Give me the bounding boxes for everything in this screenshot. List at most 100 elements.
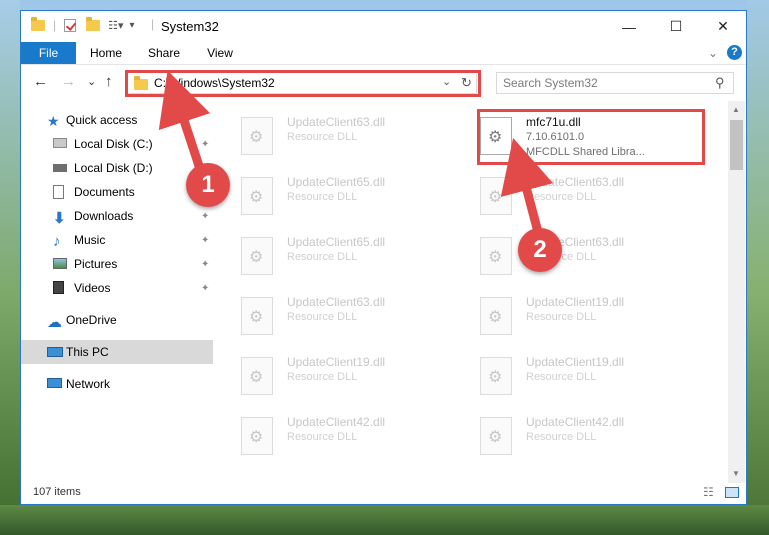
- dll-file-icon: [480, 237, 512, 275]
- toolbar-separator: |: [53, 18, 57, 32]
- file-name: UpdateClient65.dll: [287, 175, 386, 189]
- file-description: Resource DLL: [287, 191, 358, 203]
- ribbon-tabs: File Home Share View ⌄ ?: [21, 42, 746, 65]
- file-item[interactable]: UpdateClient63.dll Resource DLL: [460, 171, 680, 219]
- sidebar-item-quick-access[interactable]: ★ Quick access: [21, 108, 213, 132]
- search-icon[interactable]: ⚲: [715, 75, 725, 91]
- tab-file[interactable]: File: [21, 42, 76, 64]
- sidebar-item-label: This PC: [66, 345, 109, 359]
- large-icons-view-icon[interactable]: [725, 487, 739, 498]
- sidebar-item-documents[interactable]: Documents ✦: [21, 180, 213, 204]
- document-icon: [53, 185, 64, 199]
- search-box[interactable]: Search System32 ⚲: [496, 72, 734, 94]
- status-bar: 107 items ☷: [21, 483, 746, 504]
- new-folder-icon[interactable]: [86, 16, 101, 31]
- toolbar-dropdown-icon[interactable]: ▾: [130, 20, 135, 31]
- sidebar-item-videos[interactable]: Videos ✦: [21, 276, 213, 300]
- file-name: UpdateClient63.dll: [287, 115, 386, 129]
- file-description: Resource DLL: [287, 131, 358, 143]
- download-icon: ⬇: [53, 210, 66, 227]
- file-item[interactable]: UpdateClient63.dll Resource DLL: [460, 231, 680, 279]
- file-name: UpdateClient19.dll: [287, 355, 386, 369]
- file-item[interactable]: UpdateClient42.dll Resource DLL: [460, 411, 680, 459]
- file-name: UpdateClient65.dll: [287, 235, 386, 249]
- file-name: UpdateClient42.dll: [526, 415, 625, 429]
- pictures-icon: [53, 258, 67, 269]
- dll-file-icon: [480, 177, 512, 215]
- search-input[interactable]: Search System32: [503, 76, 598, 90]
- music-icon: ♪: [53, 233, 61, 250]
- quick-access-toolbar: | ☷▾ ▾: [31, 16, 135, 32]
- sidebar-item-music[interactable]: ♪ Music ✦: [21, 228, 213, 252]
- up-button[interactable]: ↑: [105, 73, 113, 90]
- sidebar-item-downloads[interactable]: ⬇ Downloads ✦: [21, 204, 213, 228]
- help-icon[interactable]: ?: [727, 45, 742, 60]
- tab-share[interactable]: Share: [139, 42, 189, 64]
- cloud-icon: ☁: [47, 314, 62, 331]
- back-button[interactable]: ←: [33, 73, 48, 90]
- scrollbar-thumb[interactable]: [730, 120, 743, 170]
- sidebar-item-label: Music: [74, 233, 106, 247]
- desktop-background-bottom: [0, 505, 769, 535]
- sidebar-item-local-disk-c[interactable]: Local Disk (C:) ✦: [21, 132, 213, 156]
- pin-icon[interactable]: ✦: [201, 259, 209, 270]
- file-name: UpdateClient19.dll: [526, 295, 625, 309]
- video-icon: [53, 281, 64, 294]
- file-item[interactable]: UpdateClient19.dll Resource DLL: [221, 351, 441, 399]
- tab-view[interactable]: View: [195, 42, 245, 64]
- sidebar-item-local-disk-d[interactable]: Local Disk (D:): [21, 156, 213, 180]
- sidebar-item-label: Pictures: [74, 257, 118, 271]
- sidebar-item-label: Network: [66, 377, 111, 391]
- sidebar-item-label: OneDrive: [66, 313, 117, 327]
- file-name: UpdateClient19.dll: [526, 355, 625, 369]
- dll-file-icon: [241, 117, 273, 155]
- navigation-bar: ← → ⌄ ↑ C:\Windows\System32 ⌄ ↻ Search S…: [21, 67, 746, 97]
- pin-icon[interactable]: ✦: [201, 211, 209, 222]
- expand-ribbon-icon[interactable]: ⌄: [705, 42, 721, 64]
- folder-icon[interactable]: [31, 16, 45, 31]
- file-description: Resource DLL: [526, 311, 597, 323]
- pin-icon[interactable]: ✦: [201, 235, 209, 246]
- file-item[interactable]: UpdateClient19.dll Resource DLL: [460, 351, 680, 399]
- file-name: UpdateClient63.dll: [526, 175, 625, 189]
- details-view-icon[interactable]: ☷: [703, 485, 714, 499]
- file-description: Resource DLL: [287, 311, 358, 323]
- file-description: Resource DLL: [287, 431, 358, 443]
- scroll-down-icon[interactable]: ▼: [732, 469, 740, 478]
- sidebar-item-this-pc[interactable]: This PC: [21, 340, 213, 364]
- minimize-button[interactable]: —: [606, 11, 652, 42]
- close-button[interactable]: ✕: [700, 11, 746, 42]
- dll-file-icon: [241, 417, 273, 455]
- dll-file-icon: [241, 237, 273, 275]
- customize-toolbar-icon[interactable]: ☷▾: [108, 19, 123, 32]
- sidebar-item-label: Videos: [74, 281, 111, 295]
- recent-locations-button[interactable]: ⌄: [87, 75, 96, 88]
- network-icon: [47, 378, 62, 388]
- file-item[interactable]: UpdateClient19.dll Resource DLL: [460, 291, 680, 339]
- file-item[interactable]: UpdateClient65.dll Resource DLL: [221, 231, 441, 279]
- sidebar-item-network[interactable]: Network: [21, 372, 213, 396]
- file-item[interactable]: UpdateClient65.dll Resource DLL: [221, 171, 441, 219]
- dll-file-icon: [241, 177, 273, 215]
- file-item[interactable]: UpdateClient42.dll Resource DLL: [221, 411, 441, 459]
- file-item[interactable]: UpdateClient63.dll Resource DLL: [221, 111, 441, 159]
- file-description: Resource DLL: [287, 251, 358, 263]
- scroll-up-icon[interactable]: ▲: [732, 105, 740, 114]
- sidebar-item-onedrive[interactable]: ☁ OneDrive: [21, 308, 213, 332]
- dll-file-icon: [241, 357, 273, 395]
- pin-icon[interactable]: ✦: [201, 139, 209, 150]
- sidebar-item-label: Local Disk (C:): [74, 137, 153, 151]
- title-bar: | ☷▾ ▾ | System32 — ☐ ✕: [21, 11, 746, 42]
- file-name: UpdateClient63.dll: [287, 295, 386, 309]
- drive-icon: [53, 164, 67, 172]
- forward-button[interactable]: →: [61, 73, 76, 90]
- pin-icon[interactable]: ✦: [201, 283, 209, 294]
- sidebar-item-pictures[interactable]: Pictures ✦: [21, 252, 213, 276]
- file-description: Resource DLL: [526, 191, 597, 203]
- desktop-background-right: [747, 0, 769, 535]
- tab-home[interactable]: Home: [81, 42, 131, 64]
- file-item[interactable]: UpdateClient63.dll Resource DLL: [221, 291, 441, 339]
- properties-icon[interactable]: [64, 18, 77, 32]
- maximize-button[interactable]: ☐: [653, 11, 699, 42]
- vertical-scrollbar[interactable]: ▲ ▼: [728, 101, 745, 483]
